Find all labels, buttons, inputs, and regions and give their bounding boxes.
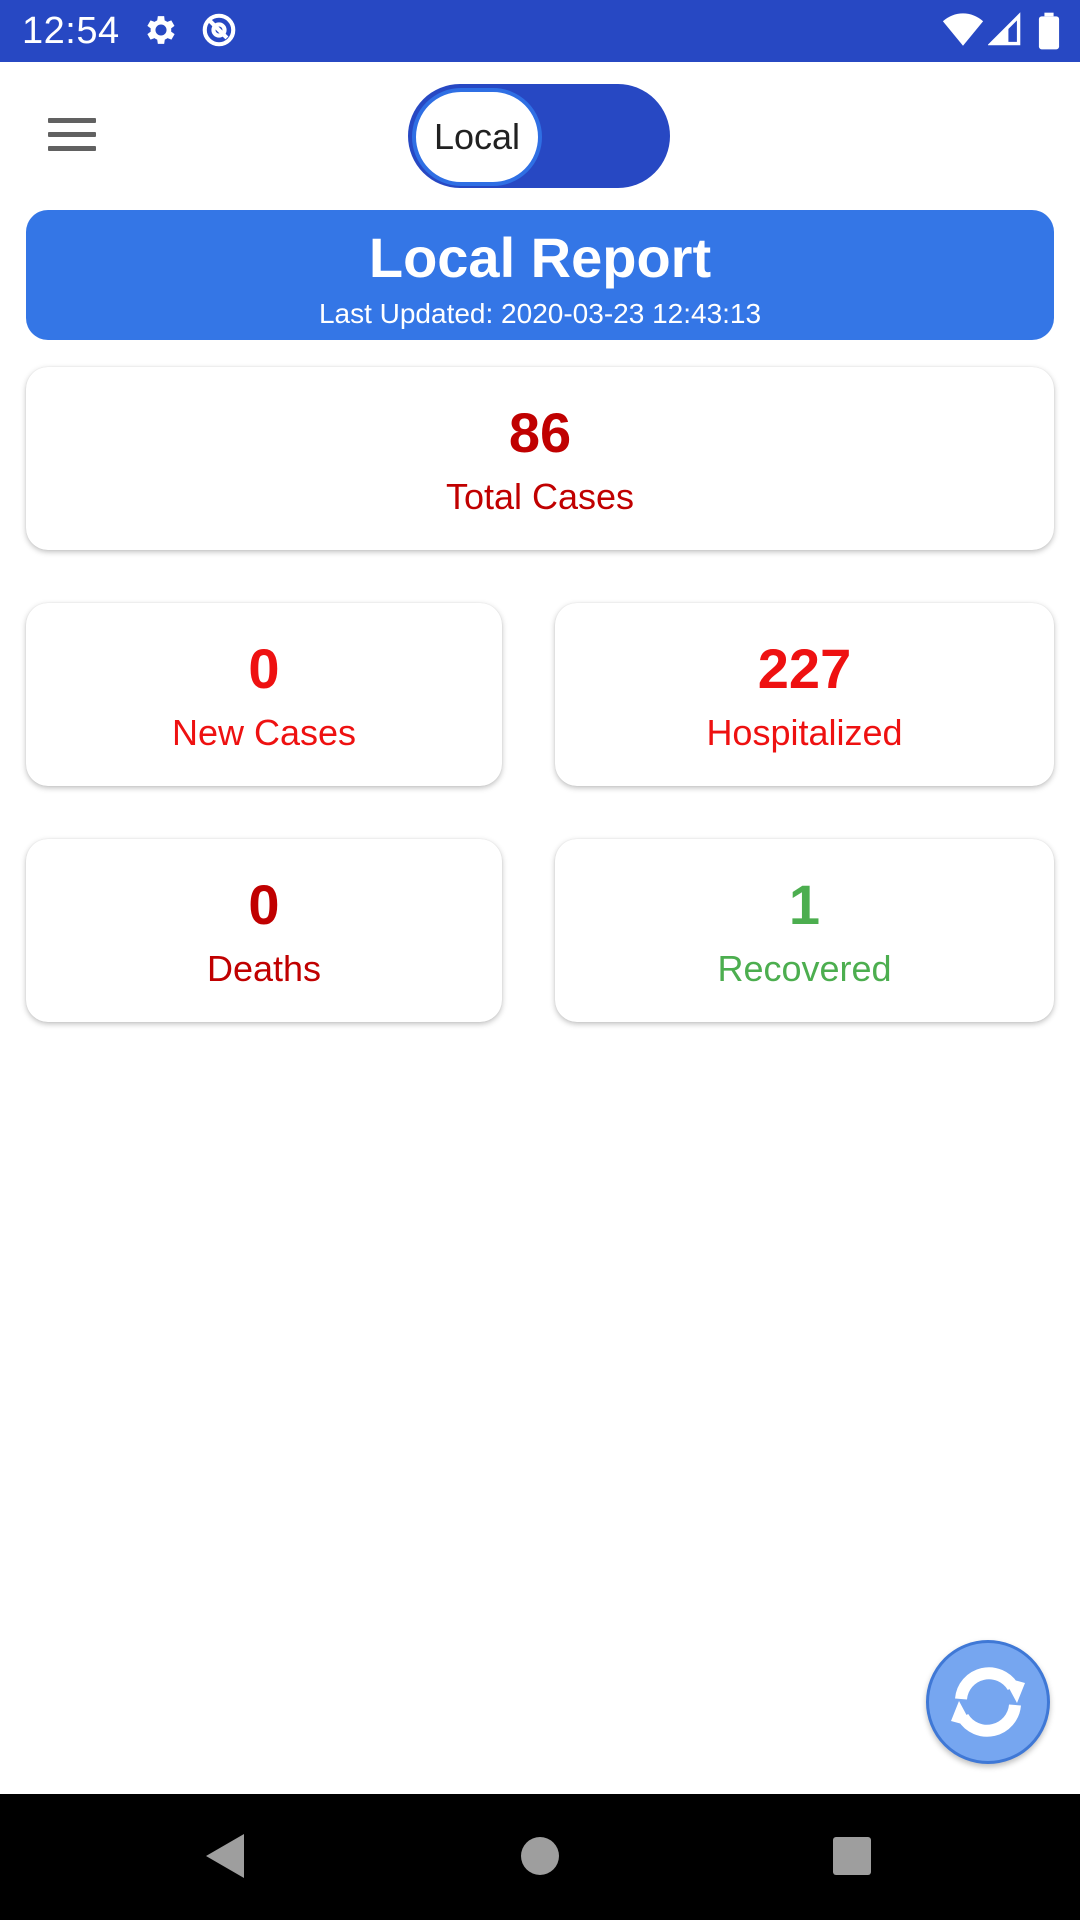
toggle-label: Local bbox=[433, 116, 521, 157]
recovered-value: 1 bbox=[788, 873, 821, 936]
hospitalized-value: 227 bbox=[757, 637, 852, 700]
at-sign-icon bbox=[202, 13, 236, 47]
new-cases-value: 0 bbox=[248, 637, 280, 700]
gear-icon bbox=[147, 16, 175, 44]
last-updated-text: Last Updated: 2020-03-23 12:43:13 bbox=[318, 298, 762, 329]
refresh-icon bbox=[951, 1667, 1025, 1737]
page-title: Local Report bbox=[368, 226, 712, 289]
status-time: 12:54 bbox=[22, 10, 120, 52]
battery-icon bbox=[1038, 12, 1060, 50]
report-header: Local Report Last Updated: 2020-03-23 12… bbox=[26, 210, 1054, 340]
new-cases-card: 0 New Cases bbox=[26, 603, 502, 786]
system-nav-bar bbox=[0, 1794, 1080, 1920]
total-cases-label: Total Cases bbox=[445, 476, 635, 517]
back-triangle-icon[interactable] bbox=[200, 1830, 248, 1882]
deaths-label: Deaths bbox=[206, 948, 322, 989]
wifi-icon bbox=[942, 13, 984, 46]
hospitalized-card: 227 Hospitalized bbox=[555, 603, 1054, 786]
total-cases-value: 86 bbox=[508, 401, 572, 464]
total-cases-card: 86 Total Cases bbox=[26, 367, 1054, 550]
toggle-knob: Local bbox=[412, 88, 542, 186]
local-global-toggle[interactable]: Local bbox=[408, 84, 670, 188]
deaths-card: 0 Deaths bbox=[26, 839, 502, 1022]
signal-icon bbox=[988, 12, 1021, 46]
deaths-value: 0 bbox=[248, 873, 280, 936]
hospitalized-label: Hospitalized bbox=[706, 712, 903, 753]
hamburger-menu-icon[interactable] bbox=[40, 108, 106, 162]
recovered-card: 1 Recovered bbox=[555, 839, 1054, 1022]
recovered-label: Recovered bbox=[717, 948, 892, 989]
new-cases-label: New Cases bbox=[171, 712, 357, 753]
refresh-button[interactable] bbox=[926, 1640, 1050, 1764]
status-bar: 12:54 bbox=[0, 0, 1080, 62]
home-circle-icon[interactable] bbox=[518, 1834, 562, 1878]
recents-square-icon[interactable] bbox=[830, 1834, 874, 1878]
